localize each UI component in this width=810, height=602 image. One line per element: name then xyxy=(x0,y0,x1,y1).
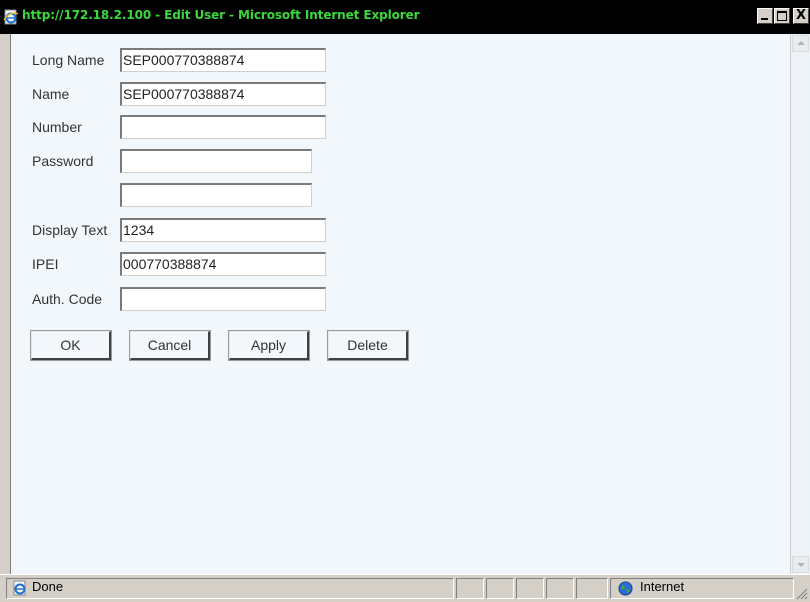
title-bar[interactable]: http://172.18.2.100 - Edit User - Micros… xyxy=(0,0,810,34)
zone-text: Internet xyxy=(640,579,685,594)
window-controls: X xyxy=(757,8,810,28)
status-bar: Done Internet xyxy=(0,574,810,602)
scroll-up-button[interactable] xyxy=(792,35,809,52)
ipei-label: IPEI xyxy=(32,256,59,272)
number-label: Number xyxy=(32,119,82,135)
ok-button[interactable]: OK xyxy=(30,330,112,361)
browser-window: http://172.18.2.100 - Edit User - Micros… xyxy=(0,0,810,602)
status-pane-1 xyxy=(456,578,484,599)
long-name-label: Long Name xyxy=(32,52,105,68)
status-text: Done xyxy=(32,579,64,594)
page-content: Long Name SEP000770388874 Name SEP000770… xyxy=(10,34,791,574)
name-input[interactable]: SEP000770388874 xyxy=(120,82,326,106)
minimize-button[interactable] xyxy=(757,8,773,24)
password-label: Password xyxy=(32,153,94,169)
internet-globe-icon xyxy=(618,581,633,596)
display-text-label: Display Text xyxy=(32,222,108,238)
ipei-input[interactable]: 000770388874 xyxy=(120,252,326,276)
status-pane-zone xyxy=(610,578,794,599)
auth-code-input[interactable] xyxy=(120,287,326,311)
password-confirm-input[interactable] xyxy=(120,183,312,207)
status-pane-5 xyxy=(576,578,608,599)
close-icon: X xyxy=(795,8,807,23)
number-input[interactable] xyxy=(120,115,326,139)
maximize-button[interactable] xyxy=(774,8,790,24)
auth-code-label: Auth. Code xyxy=(32,291,103,307)
status-pane-4 xyxy=(546,578,574,599)
close-button[interactable]: X xyxy=(793,8,809,24)
display-text-input[interactable]: 1234 xyxy=(120,218,326,242)
scroll-down-button[interactable] xyxy=(792,556,809,573)
status-pane-main xyxy=(6,578,454,599)
ie-page-icon xyxy=(13,580,26,596)
apply-button[interactable]: Apply xyxy=(228,330,310,361)
long-name-input[interactable]: SEP000770388874 xyxy=(120,48,326,72)
ie-page-icon xyxy=(3,9,19,25)
status-pane-3 xyxy=(516,578,544,599)
name-label: Name xyxy=(32,86,70,102)
status-pane-2 xyxy=(486,578,514,599)
resize-grip-icon[interactable] xyxy=(796,588,808,600)
password-input[interactable] xyxy=(120,149,312,173)
delete-button[interactable]: Delete xyxy=(327,330,409,361)
cancel-button[interactable]: Cancel xyxy=(129,330,211,361)
window-title: http://172.18.2.100 - Edit User - Micros… xyxy=(22,8,420,22)
vertical-scrollbar[interactable] xyxy=(790,34,810,574)
